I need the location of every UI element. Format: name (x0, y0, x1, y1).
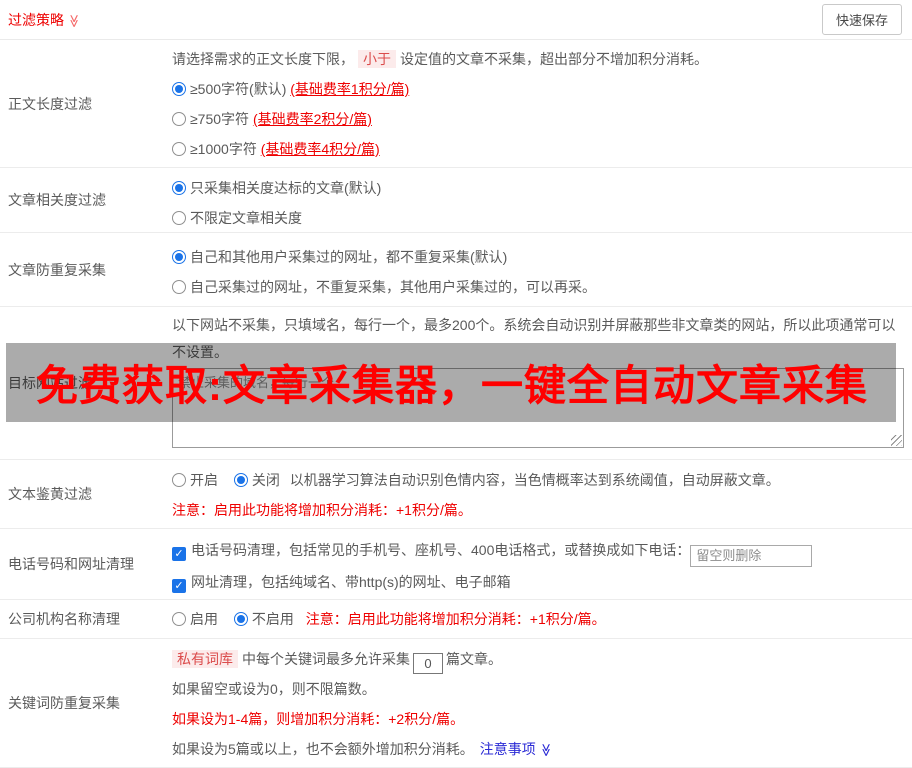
radio-unchecked-icon[interactable] (172, 142, 186, 156)
chevron-double-down-icon: ≫ (531, 743, 561, 757)
porn-option-on[interactable]: 开启 (172, 472, 230, 488)
notice-link[interactable]: 注意事项≫ (480, 741, 553, 757)
porn-option-off[interactable]: 关闭 (234, 472, 280, 488)
toolbar: 过滤策略≫ 快速保存 (0, 0, 912, 40)
highlight-less-than: 小于 (358, 50, 396, 68)
company-option-off[interactable]: 不启用 (234, 611, 294, 627)
fee-note: (基础费率2积分/篇) (253, 111, 372, 127)
radio-checked-icon[interactable] (234, 612, 248, 626)
filter-strategy-title[interactable]: 过滤策略≫ (8, 10, 81, 30)
quick-save-button[interactable]: 快速保存 (822, 4, 902, 35)
chevron-double-down-icon: ≫ (66, 14, 82, 28)
url-clean-option[interactable]: ✓ 网址清理，包括纯域名、带http(s)的网址、电子邮箱 (172, 567, 904, 597)
company-option-on[interactable]: 启用 (172, 611, 230, 627)
row-label-company-clean: 公司机构名称清理 (0, 600, 172, 638)
option-label: 只采集相关度达标的文章(默认) (190, 180, 381, 196)
option-label: 不启用 (252, 611, 294, 627)
length-option-750[interactable]: ≥750字符 (基础费率2积分/篇) (172, 104, 904, 134)
max-articles-input[interactable] (413, 653, 443, 674)
row-phone-url-clean: 电话号码和网址清理 ✓ 电话号码清理，包括常见的手机号、座机号、400电话格式，或… (0, 529, 912, 600)
row-label-phone-url-clean: 电话号码和网址清理 (0, 529, 172, 599)
dedup-option-self-only[interactable]: 自己采集过的网址，不重复采集，其他用户采集过的，可以再采。 (172, 272, 904, 302)
replacement-phone-input[interactable] (690, 545, 812, 567)
fee-note: (基础费率1积分/篇) (290, 81, 409, 97)
url-clean-label: 网址清理，包括纯域名、带http(s)的网址、电子邮箱 (191, 574, 511, 590)
row-relevance-filter: 文章相关度过滤 只采集相关度达标的文章(默认) 不限定文章相关度 (0, 168, 912, 233)
row-label-length-filter: 正文长度过滤 (0, 40, 172, 167)
limit-text-end: 篇文章。 (446, 651, 502, 667)
relevance-option-any[interactable]: 不限定文章相关度 (172, 203, 904, 233)
checkbox-checked-icon[interactable]: ✓ (172, 579, 186, 593)
radio-checked-icon[interactable] (172, 250, 186, 264)
row-label-porn-filter: 文本鉴黄过滤 (0, 460, 172, 528)
company-clean-note: 注意：启用此功能将增加积分消耗：+1积分/篇。 (306, 611, 606, 627)
phone-clean-option[interactable]: ✓ 电话号码清理，包括常见的手机号、座机号、400电话格式，或替换成如下电话： (172, 535, 904, 567)
limit-text-mid: 中每个关键词最多允许采集 (242, 651, 410, 667)
option-label: 自己和其他用户采集过的网址，都不重复采集(默认) (190, 249, 507, 265)
row-company-clean: 公司机构名称清理 启用 不启用 注意：启用此功能将增加积分消耗：+1积分/篇。 (0, 600, 912, 639)
fee-note: (基础费率4积分/篇) (261, 141, 380, 157)
option-label: 开启 (190, 472, 218, 488)
option-label: 不限定文章相关度 (190, 210, 302, 226)
dedup-option-all-users[interactable]: 自己和其他用户采集过的网址，都不重复采集(默认) (172, 242, 904, 272)
keyword-limit-line: 私有词库中每个关键词最多允许采集 篇文章。 (172, 644, 904, 674)
keyword-note-1-4: 如果设为1-4篇，则增加积分消耗：+2积分/篇。 (172, 704, 904, 734)
resize-handle-icon[interactable] (891, 435, 902, 446)
radio-unchecked-icon[interactable] (172, 280, 186, 294)
radio-checked-icon[interactable] (172, 181, 186, 195)
option-label: ≥750字符 (190, 111, 249, 127)
row-dedup-filter: 文章防重复采集 自己和其他用户采集过的网址，都不重复采集(默认) 自己采集过的网… (0, 233, 912, 307)
intro-text-post: 设定值的文章不采集，超出部分不增加积分消耗。 (400, 51, 708, 67)
keyword-note-zero: 如果留空或设为0，则不限篇数。 (172, 674, 904, 704)
ad-banner-text: 免费获取:文章采集器，一键全自动文章采集 (6, 352, 868, 413)
row-label-relevance-filter: 文章相关度过滤 (0, 168, 172, 232)
radio-unchecked-icon[interactable] (172, 112, 186, 126)
length-filter-intro: 请选择需求的正文长度下限，小于设定值的文章不采集，超出部分不增加积分消耗。 (172, 44, 904, 74)
length-option-500[interactable]: ≥500字符(默认) (基础费率1积分/篇) (172, 74, 904, 104)
length-option-1000[interactable]: ≥1000字符 (基础费率4积分/篇) (172, 134, 904, 164)
option-label: 自己采集过的网址，不重复采集，其他用户采集过的，可以再采。 (190, 279, 596, 295)
radio-unchecked-icon[interactable] (172, 612, 186, 626)
intro-text-pre: 请选择需求的正文长度下限， (172, 51, 354, 67)
row-label-keyword-dedup: 关键词防重复采集 (0, 639, 172, 767)
page-title: 过滤策略 (8, 12, 64, 28)
option-label: ≥500字符(默认) (190, 81, 286, 97)
radio-unchecked-icon[interactable] (172, 473, 186, 487)
radio-checked-icon[interactable] (234, 473, 248, 487)
porn-filter-note: 注意：启用此功能将增加积分消耗：+1积分/篇。 (172, 495, 904, 525)
notice-link-label: 注意事项 (480, 741, 536, 757)
row-porn-filter: 文本鉴黄过滤 开启 关闭 以机器学习算法自动识别色情内容，当色情概率达到系统阈值… (0, 460, 912, 529)
row-keyword-dedup: 关键词防重复采集 私有词库中每个关键词最多允许采集 篇文章。 如果留空或设为0，则… (0, 639, 912, 768)
row-length-filter: 正文长度过滤 请选择需求的正文长度下限，小于设定值的文章不采集，超出部分不增加积… (0, 40, 912, 168)
option-label: 启用 (190, 611, 218, 627)
radio-checked-icon[interactable] (172, 82, 186, 96)
note-text: 如果设为5篇或以上，也不会额外增加积分消耗。 (172, 741, 474, 757)
checkbox-checked-icon[interactable]: ✓ (172, 547, 186, 561)
option-label: ≥1000字符 (190, 141, 257, 157)
option-label: 关闭 (252, 472, 280, 488)
radio-unchecked-icon[interactable] (172, 211, 186, 225)
row-label-dedup-filter: 文章防重复采集 (0, 233, 172, 306)
phone-clean-label: 电话号码清理，包括常见的手机号、座机号、400电话格式，或替换成如下电话： (191, 542, 690, 558)
porn-filter-desc: 以机器学习算法自动识别色情内容，当色情概率达到系统阈值，自动屏蔽文章。 (290, 472, 780, 488)
private-lexicon-highlight: 私有词库 (172, 650, 238, 668)
relevance-option-strict[interactable]: 只采集相关度达标的文章(默认) (172, 173, 904, 203)
ad-overlay-banner: 免费获取:文章采集器，一键全自动文章采集 (6, 343, 896, 422)
keyword-note-5plus: 如果设为5篇或以上，也不会额外增加积分消耗。注意事项≫ (172, 734, 904, 765)
